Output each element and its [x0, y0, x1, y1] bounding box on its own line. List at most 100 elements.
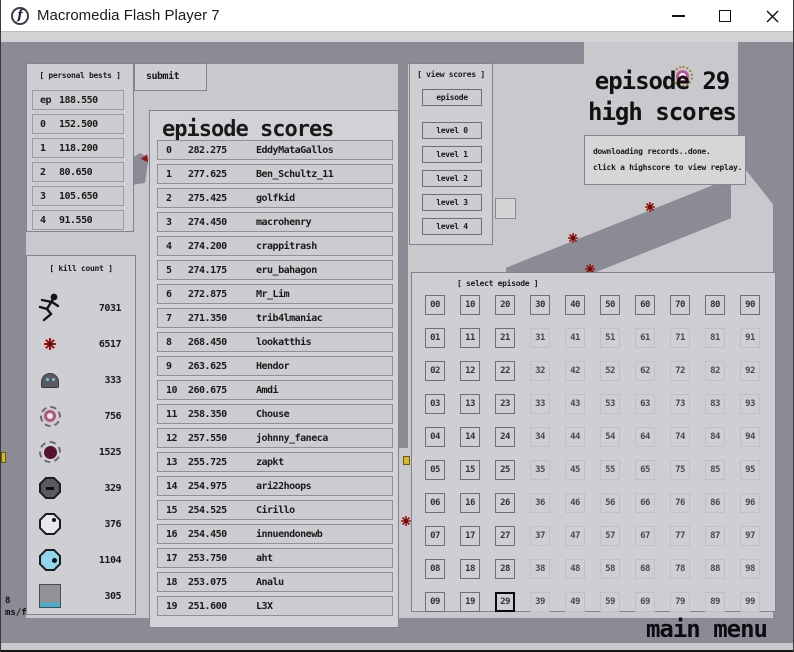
- highscore-row[interactable]: 10 260.675 Amdi: [157, 380, 393, 400]
- view-level-button[interactable]: level 3: [422, 194, 482, 211]
- episode-cell[interactable]: 29: [495, 592, 515, 612]
- episode-cell[interactable]: 59: [600, 592, 620, 612]
- highscore-row[interactable]: 15 254.525 Cirillo: [157, 500, 393, 520]
- episode-cell[interactable]: 01: [425, 328, 445, 348]
- highscore-row[interactable]: 9 263.625 Hendor: [157, 356, 393, 376]
- episode-cell[interactable]: 07: [425, 526, 445, 546]
- episode-cell[interactable]: 48: [565, 559, 585, 579]
- episode-cell[interactable]: 28: [495, 559, 515, 579]
- episode-cell[interactable]: 32: [530, 361, 550, 381]
- close-button[interactable]: [752, 0, 792, 32]
- episode-cell[interactable]: 15: [460, 460, 480, 480]
- view-episode-button[interactable]: episode: [422, 89, 482, 106]
- episode-cell[interactable]: 33: [530, 394, 550, 414]
- episode-cell[interactable]: 51: [600, 328, 620, 348]
- episode-cell[interactable]: 80: [705, 295, 725, 315]
- episode-cell[interactable]: 89: [705, 592, 725, 612]
- episode-cell[interactable]: 12: [460, 361, 480, 381]
- episode-cell[interactable]: 10: [460, 295, 480, 315]
- episode-cell[interactable]: 97: [740, 526, 760, 546]
- episode-cell[interactable]: 98: [740, 559, 760, 579]
- episode-cell[interactable]: 58: [600, 559, 620, 579]
- highscore-row[interactable]: 17 253.750 aht: [157, 548, 393, 568]
- episode-cell[interactable]: 60: [635, 295, 655, 315]
- episode-cell[interactable]: 24: [495, 427, 515, 447]
- episode-cell[interactable]: 08: [425, 559, 445, 579]
- episode-cell[interactable]: 42: [565, 361, 585, 381]
- episode-cell[interactable]: 75: [670, 460, 690, 480]
- episode-cell[interactable]: 96: [740, 493, 760, 513]
- episode-cell[interactable]: 67: [635, 526, 655, 546]
- episode-cell[interactable]: 21: [495, 328, 515, 348]
- episode-cell[interactable]: 09: [425, 592, 445, 612]
- episode-cell[interactable]: 92: [740, 361, 760, 381]
- highscore-row[interactable]: 13 255.725 zapkt: [157, 452, 393, 472]
- episode-cell[interactable]: 94: [740, 427, 760, 447]
- episode-cell[interactable]: 61: [635, 328, 655, 348]
- highscore-row[interactable]: 5 274.175 eru_bahagon: [157, 260, 393, 280]
- episode-cell[interactable]: 69: [635, 592, 655, 612]
- episode-cell[interactable]: 38: [530, 559, 550, 579]
- episode-cell[interactable]: 87: [705, 526, 725, 546]
- highscore-row[interactable]: 2 275.425 golfkid: [157, 188, 393, 208]
- episode-cell[interactable]: 40: [565, 295, 585, 315]
- episode-cell[interactable]: 65: [635, 460, 655, 480]
- episode-cell[interactable]: 79: [670, 592, 690, 612]
- episode-cell[interactable]: 02: [425, 361, 445, 381]
- episode-cell[interactable]: 49: [565, 592, 585, 612]
- episode-cell[interactable]: 64: [635, 427, 655, 447]
- episode-cell[interactable]: 00: [425, 295, 445, 315]
- main-menu-button[interactable]: main menu: [646, 616, 767, 641]
- view-level-button[interactable]: level 0: [422, 122, 482, 139]
- submit-button[interactable]: submit: [134, 63, 207, 91]
- episode-cell[interactable]: 17: [460, 526, 480, 546]
- episode-cell[interactable]: 90: [740, 295, 760, 315]
- episode-cell[interactable]: 19: [460, 592, 480, 612]
- highscore-row[interactable]: 12 257.550 johnny_faneca: [157, 428, 393, 448]
- episode-cell[interactable]: 31: [530, 328, 550, 348]
- episode-cell[interactable]: 11: [460, 328, 480, 348]
- highscore-row[interactable]: 18 253.075 Analu: [157, 572, 393, 592]
- episode-cell[interactable]: 88: [705, 559, 725, 579]
- highscore-row[interactable]: 14 254.975 ari22hoops: [157, 476, 393, 496]
- episode-cell[interactable]: 71: [670, 328, 690, 348]
- episode-cell[interactable]: 22: [495, 361, 515, 381]
- view-level-button[interactable]: level 1: [422, 146, 482, 163]
- episode-cell[interactable]: 81: [705, 328, 725, 348]
- episode-cell[interactable]: 74: [670, 427, 690, 447]
- episode-cell[interactable]: 55: [600, 460, 620, 480]
- highscore-row[interactable]: 7 271.350 trib4lmaniac: [157, 308, 393, 328]
- episode-cell[interactable]: 95: [740, 460, 760, 480]
- episode-cell[interactable]: 25: [495, 460, 515, 480]
- episode-cell[interactable]: 99: [740, 592, 760, 612]
- episode-cell[interactable]: 76: [670, 493, 690, 513]
- episode-cell[interactable]: 06: [425, 493, 445, 513]
- episode-cell[interactable]: 23: [495, 394, 515, 414]
- episode-cell[interactable]: 14: [460, 427, 480, 447]
- episode-cell[interactable]: 37: [530, 526, 550, 546]
- highscore-row[interactable]: 16 254.450 innuendonewb: [157, 524, 393, 544]
- minimize-button[interactable]: [658, 0, 698, 32]
- episode-cell[interactable]: 85: [705, 460, 725, 480]
- episode-cell[interactable]: 82: [705, 361, 725, 381]
- highscore-row[interactable]: 6 272.875 Mr_Lim: [157, 284, 393, 304]
- view-level-button[interactable]: level 2: [422, 170, 482, 187]
- episode-cell[interactable]: 56: [600, 493, 620, 513]
- episode-cell[interactable]: 50: [600, 295, 620, 315]
- episode-cell[interactable]: 91: [740, 328, 760, 348]
- episode-cell[interactable]: 68: [635, 559, 655, 579]
- episode-cell[interactable]: 78: [670, 559, 690, 579]
- episode-cell[interactable]: 93: [740, 394, 760, 414]
- episode-cell[interactable]: 36: [530, 493, 550, 513]
- episode-cell[interactable]: 54: [600, 427, 620, 447]
- highscore-row[interactable]: 19 251.600 L3X: [157, 596, 393, 616]
- episode-cell[interactable]: 53: [600, 394, 620, 414]
- episode-cell[interactable]: 43: [565, 394, 585, 414]
- episode-cell[interactable]: 18: [460, 559, 480, 579]
- episode-cell[interactable]: 70: [670, 295, 690, 315]
- highscore-row[interactable]: 0 282.275 EddyMataGallos: [157, 140, 393, 160]
- episode-cell[interactable]: 44: [565, 427, 585, 447]
- episode-cell[interactable]: 30: [530, 295, 550, 315]
- episode-cell[interactable]: 86: [705, 493, 725, 513]
- episode-cell[interactable]: 35: [530, 460, 550, 480]
